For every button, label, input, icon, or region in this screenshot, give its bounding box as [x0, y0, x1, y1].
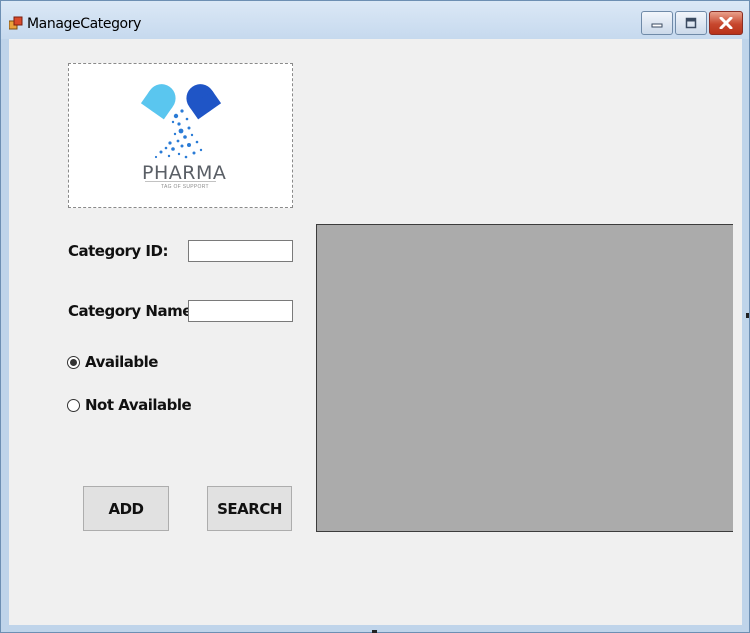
not-available-radio-label: Not Available	[85, 396, 192, 414]
close-button[interactable]	[709, 11, 743, 35]
logo-brand-text: PHARMA	[142, 162, 227, 184]
available-radio[interactable]: Available	[67, 353, 158, 371]
form-client-area: PHARMA TAG OF SUPPORT Category ID: Categ…	[9, 39, 742, 625]
add-button[interactable]: ADD	[83, 486, 169, 531]
minimize-icon	[651, 23, 663, 28]
maximize-button[interactable]	[675, 11, 707, 35]
window-controls	[639, 11, 743, 35]
category-name-label: Category Name:	[68, 302, 198, 320]
close-icon	[719, 17, 733, 29]
search-button[interactable]: SEARCH	[207, 486, 292, 531]
logo-tagline: TAG OF SUPPORT	[161, 184, 209, 190]
radio-selected-icon	[67, 355, 80, 369]
category-name-input[interactable]	[188, 300, 293, 322]
manage-category-window: ManageCategory PHARMA TAG OF SUPPORT Cat…	[0, 0, 750, 633]
logo-picturebox: PHARMA TAG OF SUPPORT	[68, 63, 293, 208]
available-radio-label: Available	[85, 353, 158, 371]
form-app-icon	[9, 16, 23, 30]
maximize-icon	[685, 17, 697, 29]
category-data-grid[interactable]	[316, 224, 733, 532]
radio-unselected-icon	[67, 398, 80, 412]
title-bar[interactable]: ManageCategory	[1, 1, 749, 39]
resize-handle-right[interactable]	[746, 313, 749, 318]
category-id-input[interactable]	[188, 240, 293, 262]
category-id-label: Category ID:	[68, 242, 168, 260]
window-title: ManageCategory	[27, 16, 141, 32]
not-available-radio[interactable]: Not Available	[67, 396, 192, 414]
minimize-button[interactable]	[641, 11, 673, 35]
